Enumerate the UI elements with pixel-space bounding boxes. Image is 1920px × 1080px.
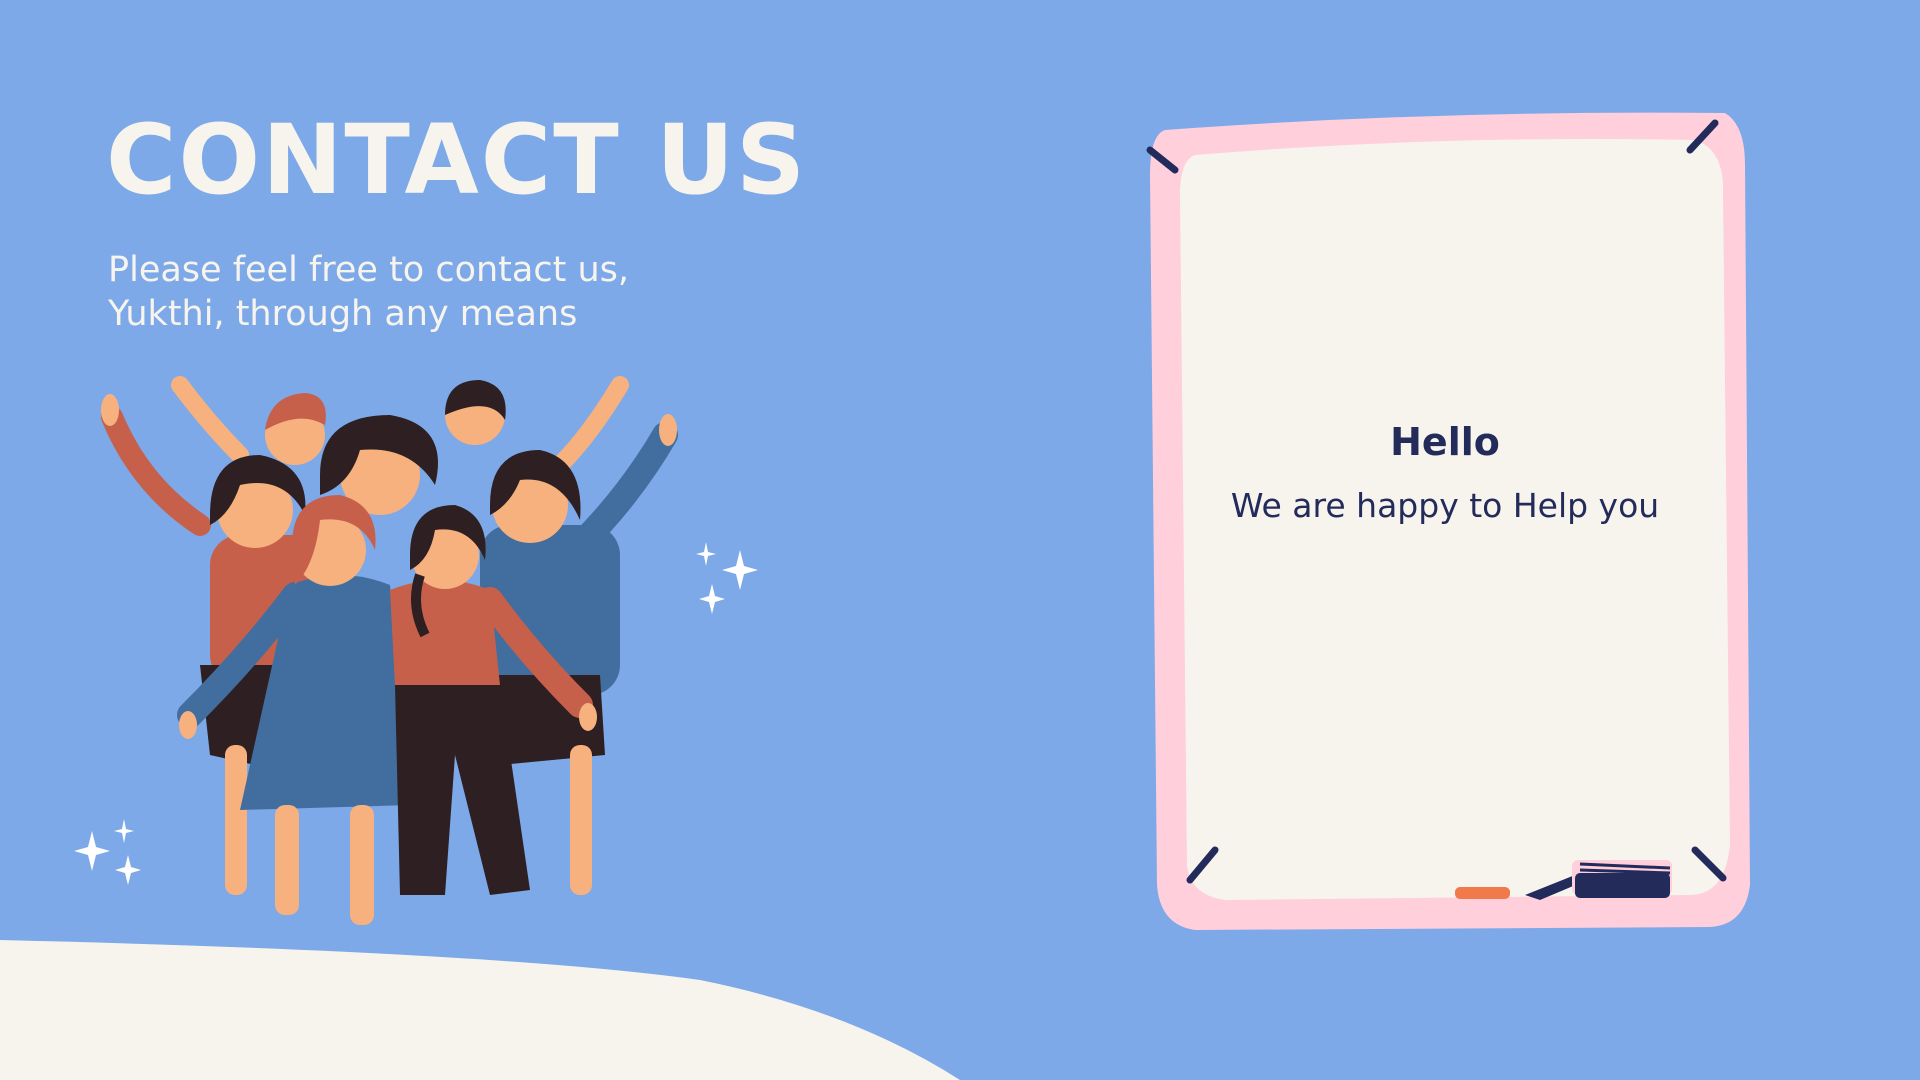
greeting-heading: Hello — [1390, 420, 1500, 464]
sparkle-icon — [696, 542, 758, 614]
page-title: CONTACT US — [106, 104, 808, 216]
cream-wave-shape — [0, 940, 960, 1080]
greeting-card: Hello We are happy to Help you — [1180, 420, 1710, 525]
greeting-message: We are happy to Help you — [1230, 486, 1660, 525]
sparkle-icon — [74, 819, 141, 885]
group-of-women-illustration — [101, 376, 678, 925]
page-subtitle: Please feel free to contact us, Yukthi, … — [108, 250, 629, 334]
